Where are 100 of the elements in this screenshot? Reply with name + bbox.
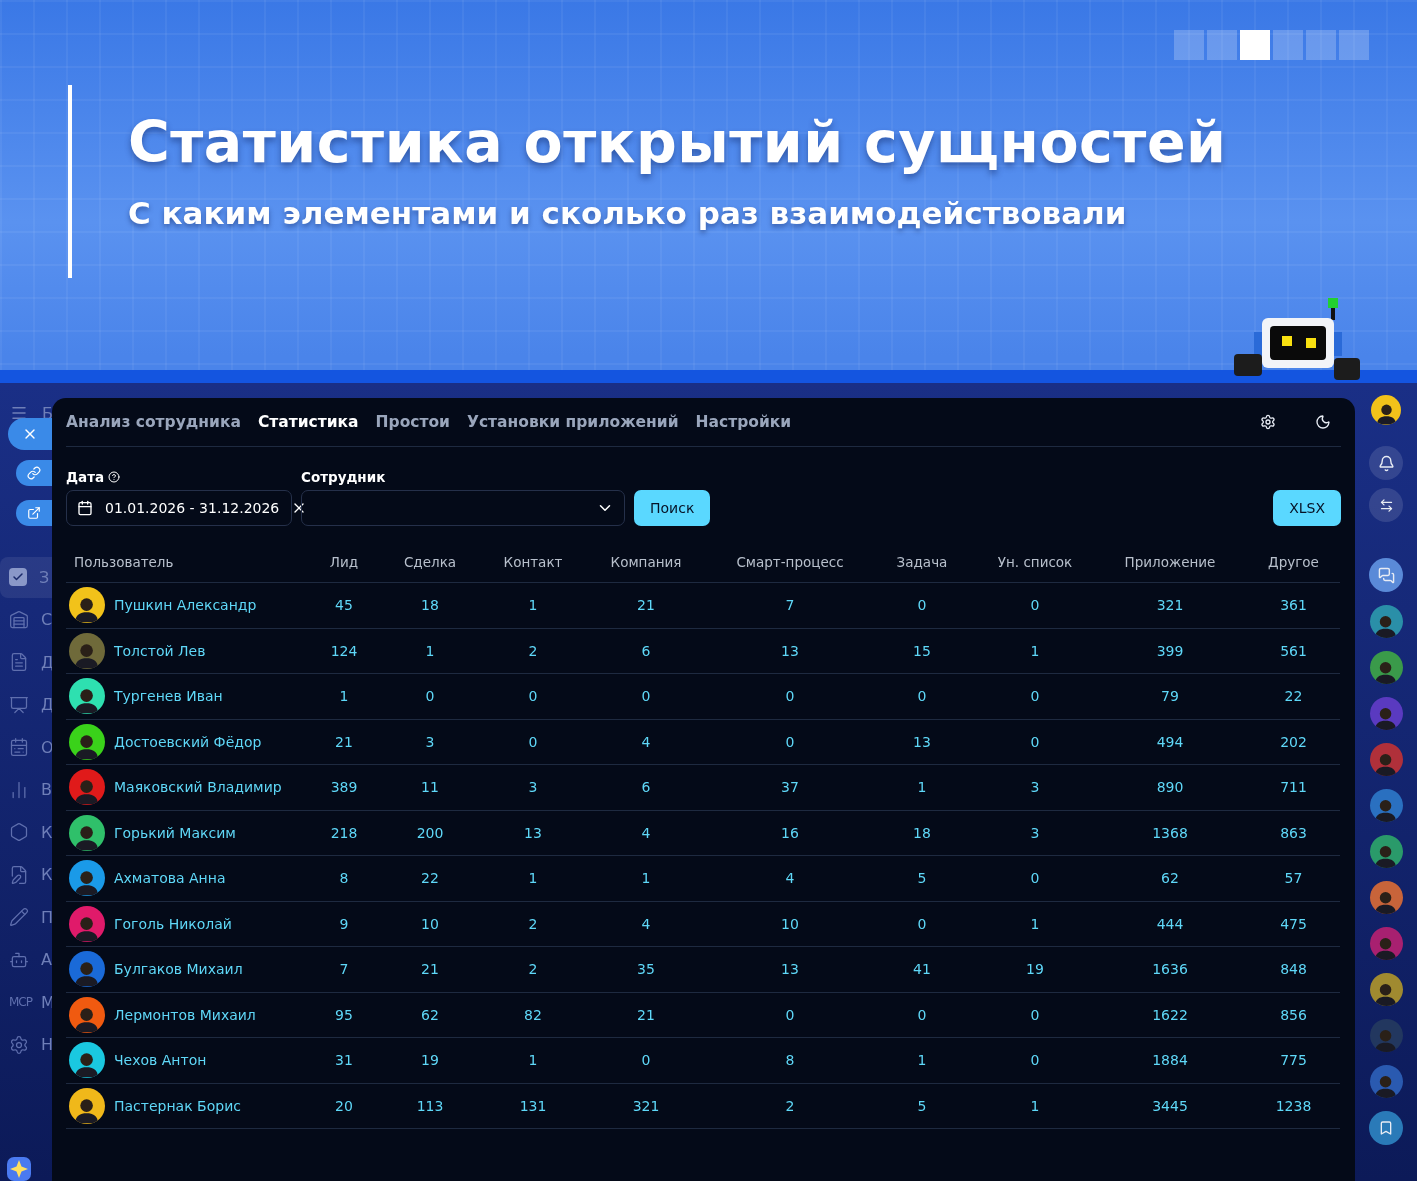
- field-label: Сотрудник: [301, 469, 386, 485]
- sidebar-icon: [9, 1034, 29, 1055]
- sidebar-item[interactable]: А: [0, 939, 52, 980]
- table-cell-text: 0: [1029, 1052, 1041, 1069]
- sidebar-item[interactable]: Н: [0, 1024, 52, 1065]
- table-cell-text: 3: [1029, 779, 1041, 796]
- sidebar-icon: [9, 864, 29, 885]
- notifications-button[interactable]: [1369, 446, 1403, 480]
- table-cell-text: 475: [1279, 915, 1308, 932]
- sidebar-item[interactable]: О: [0, 727, 52, 768]
- bookmark-icon: [1378, 1120, 1394, 1136]
- column-header: Смарт-процесс: [735, 554, 845, 570]
- table-cell-text: 3: [527, 779, 539, 796]
- export-button[interactable]: XLSX: [1273, 490, 1341, 526]
- table-cell-text: 10: [420, 915, 440, 932]
- table-cell-text: 1368: [1151, 824, 1189, 841]
- tab[interactable]: Анализ сотрудника: [66, 413, 241, 431]
- table-cell-text: 0: [916, 688, 928, 705]
- sidebar-item[interactable]: В: [0, 769, 52, 810]
- search-button[interactable]: Поиск: [634, 490, 711, 526]
- table-cell-text: 0: [1029, 1006, 1041, 1023]
- table-cell-text: 775: [1279, 1052, 1308, 1069]
- table-cell-text: 41: [912, 961, 932, 978]
- table-cell-text: 0: [527, 733, 539, 750]
- dark-mode-button[interactable]: [1315, 414, 1331, 430]
- contact-avatar[interactable]: [1369, 881, 1403, 914]
- tab[interactable]: Простои: [375, 413, 450, 431]
- table-cell-text: 1: [916, 779, 928, 796]
- chat-exchange-button[interactable]: [1369, 488, 1403, 522]
- table-cell-text: 0: [916, 1006, 928, 1023]
- profile-avatar[interactable]: [1371, 395, 1401, 425]
- table-cell-text: 863: [1279, 824, 1308, 841]
- calendar-icon: [77, 500, 93, 516]
- tab[interactable]: Установки приложений: [466, 413, 679, 431]
- sidebar-icon: [9, 907, 29, 928]
- user-name-link[interactable]: Горький Максим: [114, 824, 236, 841]
- bookmark-button[interactable]: [1369, 1111, 1403, 1145]
- user-name-link[interactable]: Лермонтов Михаил: [114, 1006, 256, 1023]
- table-cell-text: 124: [329, 642, 359, 659]
- table-cell-text: 0: [1029, 870, 1041, 887]
- contact-avatar[interactable]: [1369, 973, 1403, 1006]
- column-header: Контакт: [502, 554, 564, 570]
- contact-avatar[interactable]: [1369, 789, 1403, 822]
- user-name-link[interactable]: Булгаков Михаил: [114, 961, 243, 978]
- link-button[interactable]: [16, 460, 52, 486]
- messages-button[interactable]: [1369, 558, 1403, 592]
- user-name-link[interactable]: Чехов Антон: [114, 1052, 207, 1069]
- user-name-link[interactable]: Маяковский Владимир: [114, 779, 282, 796]
- sidebar-item[interactable]: П: [0, 897, 52, 938]
- table-cell-text: 0: [640, 1052, 652, 1069]
- table-cell-text: 4: [784, 870, 796, 887]
- table-cell-text: 2: [527, 961, 539, 978]
- table-cell-text: 0: [640, 688, 652, 705]
- column-header: Компания: [609, 554, 683, 570]
- external-link-button[interactable]: [16, 500, 52, 526]
- user-name-link[interactable]: Тургенев Иван: [114, 688, 223, 705]
- menu-icon[interactable]: [10, 404, 28, 422]
- user-name-link[interactable]: Толстой Лев: [114, 642, 206, 659]
- table-cell-text: 444: [1155, 915, 1185, 932]
- table-cell-text: 4: [640, 733, 652, 750]
- tab[interactable]: Статистика: [257, 413, 359, 431]
- table-cell-text: 1622: [1151, 1006, 1189, 1023]
- table-cell-text: 6: [640, 779, 652, 796]
- table-cell-text: 79: [1160, 688, 1180, 705]
- table-cell-text: 3445: [1151, 1097, 1189, 1114]
- user-name-link[interactable]: Ахматова Анна: [114, 870, 226, 887]
- checkbox-icon: [9, 568, 27, 587]
- table-cell-text: 494: [1155, 733, 1185, 750]
- sidebar-item[interactable]: К: [0, 854, 52, 895]
- table-cell-text: 22: [420, 870, 440, 887]
- sparkle-logo-icon[interactable]: [5, 1155, 33, 1181]
- table-cell-text: 848: [1279, 961, 1308, 978]
- user-name-link[interactable]: Гоголь Николай: [114, 915, 232, 932]
- table-cell-text: 13: [780, 961, 800, 978]
- table-cell-text: 7: [338, 961, 350, 978]
- table-cell-text: 218: [329, 824, 359, 841]
- tab[interactable]: Настройки: [695, 413, 792, 431]
- contact-avatar[interactable]: [1369, 605, 1403, 638]
- column-header: Ун. список: [996, 554, 1074, 570]
- contact-avatar[interactable]: [1369, 743, 1403, 776]
- sidebar-item[interactable]: К: [0, 812, 52, 853]
- table-cell-text: 18: [912, 824, 932, 841]
- banner-title: Статистика открытий сущностей: [128, 113, 1228, 173]
- table-cell-text: 95: [334, 1006, 354, 1023]
- table-cell-text: 11: [420, 779, 440, 796]
- user-name-link[interactable]: Достоевский Фёдор: [114, 733, 262, 750]
- contact-avatar[interactable]: [1369, 927, 1403, 960]
- table-cell-text: 5: [916, 870, 928, 887]
- contact-avatar[interactable]: [1369, 835, 1403, 868]
- table-cell-text: 0: [1029, 597, 1041, 614]
- contact-avatar[interactable]: [1369, 651, 1403, 684]
- table-cell-text: 2: [527, 642, 539, 659]
- user-name-link[interactable]: Пушкин Александр: [114, 597, 257, 614]
- help-icon[interactable]: [108, 471, 121, 483]
- user-name-link[interactable]: Пастернак Борис: [114, 1097, 241, 1114]
- table-cell-text: 0: [1029, 688, 1041, 705]
- close-button[interactable]: [8, 418, 52, 450]
- settings-button[interactable]: [1260, 414, 1276, 430]
- table-cell-text: 6: [640, 642, 652, 659]
- contact-avatar[interactable]: [1369, 1065, 1403, 1098]
